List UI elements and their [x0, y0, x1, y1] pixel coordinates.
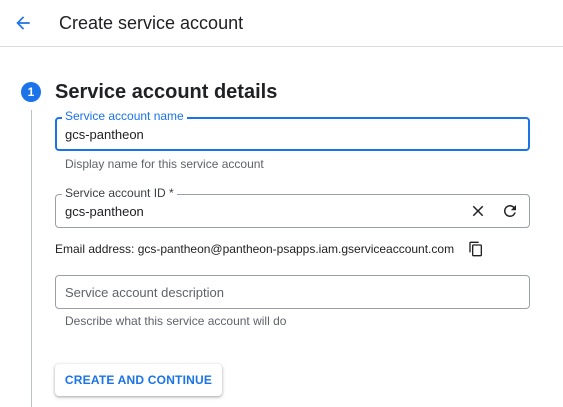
service-account-name-hint: Display name for this service account: [65, 157, 264, 171]
page-title: Create service account: [59, 13, 244, 33]
service-account-id-value[interactable]: gcs-pantheon: [65, 195, 144, 227]
step-connector-line: [31, 110, 32, 407]
close-icon: [472, 205, 484, 217]
step-title: Service account details: [55, 81, 278, 103]
copy-icon: [469, 241, 482, 257]
create-and-continue-button[interactable]: CREATE AND CONTINUE: [55, 364, 222, 396]
service-account-description-input[interactable]: [65, 276, 505, 308]
page-header: Create service account: [0, 0, 563, 47]
refresh-icon: [504, 205, 516, 217]
copy-email-button[interactable]: [467, 240, 485, 258]
service-account-description-hint: Describe what this service account will …: [65, 314, 287, 328]
service-account-name-value[interactable]: gcs-pantheon: [65, 119, 144, 149]
create-service-account-page: Create service account 1 Service account…: [0, 0, 563, 407]
regenerate-id-button[interactable]: [500, 201, 520, 221]
service-account-id-field[interactable]: Service account ID * gcs-pantheon: [55, 186, 530, 228]
arrow-back-icon: [16, 16, 30, 30]
service-account-name-field[interactable]: Service account name gcs-pantheon: [55, 109, 530, 151]
back-button[interactable]: [10, 10, 36, 36]
email-address-text: Email address: gcs-pantheon@pantheon-psa…: [55, 242, 455, 256]
step-number-badge: 1: [21, 82, 41, 102]
service-account-description-field[interactable]: [55, 275, 530, 309]
clear-id-button[interactable]: [468, 201, 488, 221]
